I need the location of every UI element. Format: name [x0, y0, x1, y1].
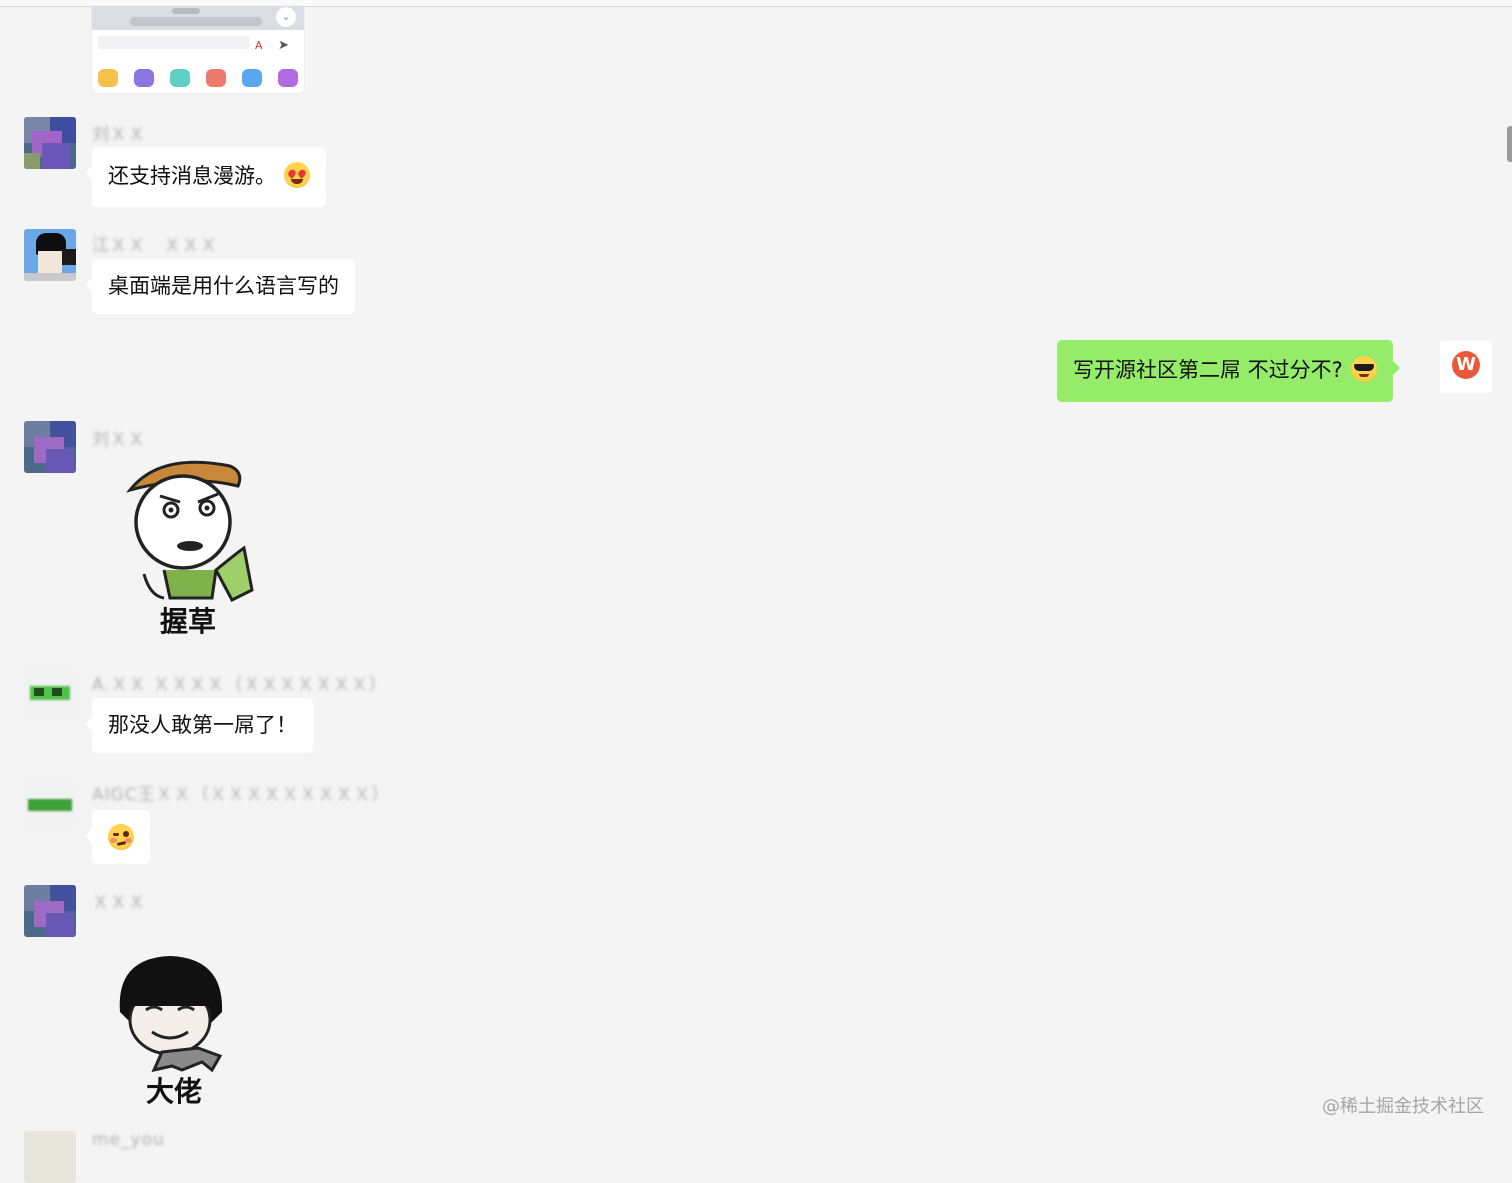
sender-name: 刘ＸＸ: [92, 125, 146, 145]
sender-name: AIGC王ＸＸ（ＸＸＸＸＸＸＸＸＸ）: [92, 785, 390, 805]
avatar[interactable]: [24, 668, 76, 720]
sender-name: ＸＸＸ: [92, 893, 146, 913]
sender-name: me_you: [92, 1130, 165, 1150]
own-avatar[interactable]: W: [1440, 341, 1492, 393]
at-icon: [242, 69, 262, 87]
heart-eyes-emoji-icon: [284, 162, 310, 188]
message-bubble[interactable]: 桌面端是用什么语言写的: [85, 259, 355, 314]
avatar[interactable]: [24, 1131, 76, 1183]
location-icon: [278, 69, 298, 87]
image-icon: [134, 69, 154, 87]
sticker-image[interactable]: 大佬: [112, 952, 242, 1112]
avatar[interactable]: [24, 779, 76, 831]
message-text: 桌面端是用什么语言写的: [108, 274, 339, 298]
avatar[interactable]: [24, 885, 76, 937]
sticker-image[interactable]: 握草: [120, 452, 260, 640]
emoji-icon: [98, 69, 118, 87]
scrollbar-thumb[interactable]: [1507, 126, 1512, 162]
camera-icon: [170, 69, 190, 87]
message-bubble[interactable]: 那没人敢第一屌了！: [85, 698, 313, 753]
watermark: @稀土掘金技术社区: [1322, 1096, 1484, 1117]
sender-name: A.ＸＸ ＸＸＸＸ（ＸＸＸＸＸＸＸ）: [92, 675, 388, 695]
message-bubble[interactable]: 还支持消息漫游。: [85, 147, 326, 207]
logo-icon: W: [1452, 351, 1480, 379]
sticker-drawing: [126, 460, 254, 602]
message-text: 写开源社区第二屌 不过分不?: [1073, 358, 1343, 382]
chevron-down-icon: ⌄: [276, 7, 296, 27]
woozy-face-emoji-icon: [108, 824, 134, 850]
send-icon: ➤: [278, 38, 289, 53]
screenshot-toolbar: [98, 69, 298, 87]
message-text: 还支持消息漫游。: [108, 164, 276, 188]
avatar[interactable]: [24, 421, 76, 473]
sticker-caption: 大佬: [146, 1075, 203, 1108]
avatar[interactable]: [24, 117, 76, 169]
sticker-drawing: [119, 956, 223, 1073]
sticker-caption: 握草: [160, 605, 217, 638]
screenshot-input: [98, 36, 250, 49]
screenshot-header: ⌄: [92, 6, 304, 30]
own-message-bubble[interactable]: 写开源社区第二屌 不过分不?: [1057, 340, 1400, 402]
font-icon: A: [255, 39, 263, 52]
screenshot-image-message[interactable]: ⌄ A ➤: [92, 6, 304, 93]
sender-name: 江ＸＸ ＸＸＸ: [92, 236, 218, 256]
message-text: 那没人敢第一屌了！: [108, 713, 297, 737]
sender-name: 刘ＸＸ: [92, 430, 146, 450]
avatar[interactable]: [24, 229, 76, 281]
voice-icon: [206, 69, 226, 87]
sunglasses-emoji-icon: [1350, 356, 1377, 382]
message-bubble[interactable]: [85, 810, 150, 864]
